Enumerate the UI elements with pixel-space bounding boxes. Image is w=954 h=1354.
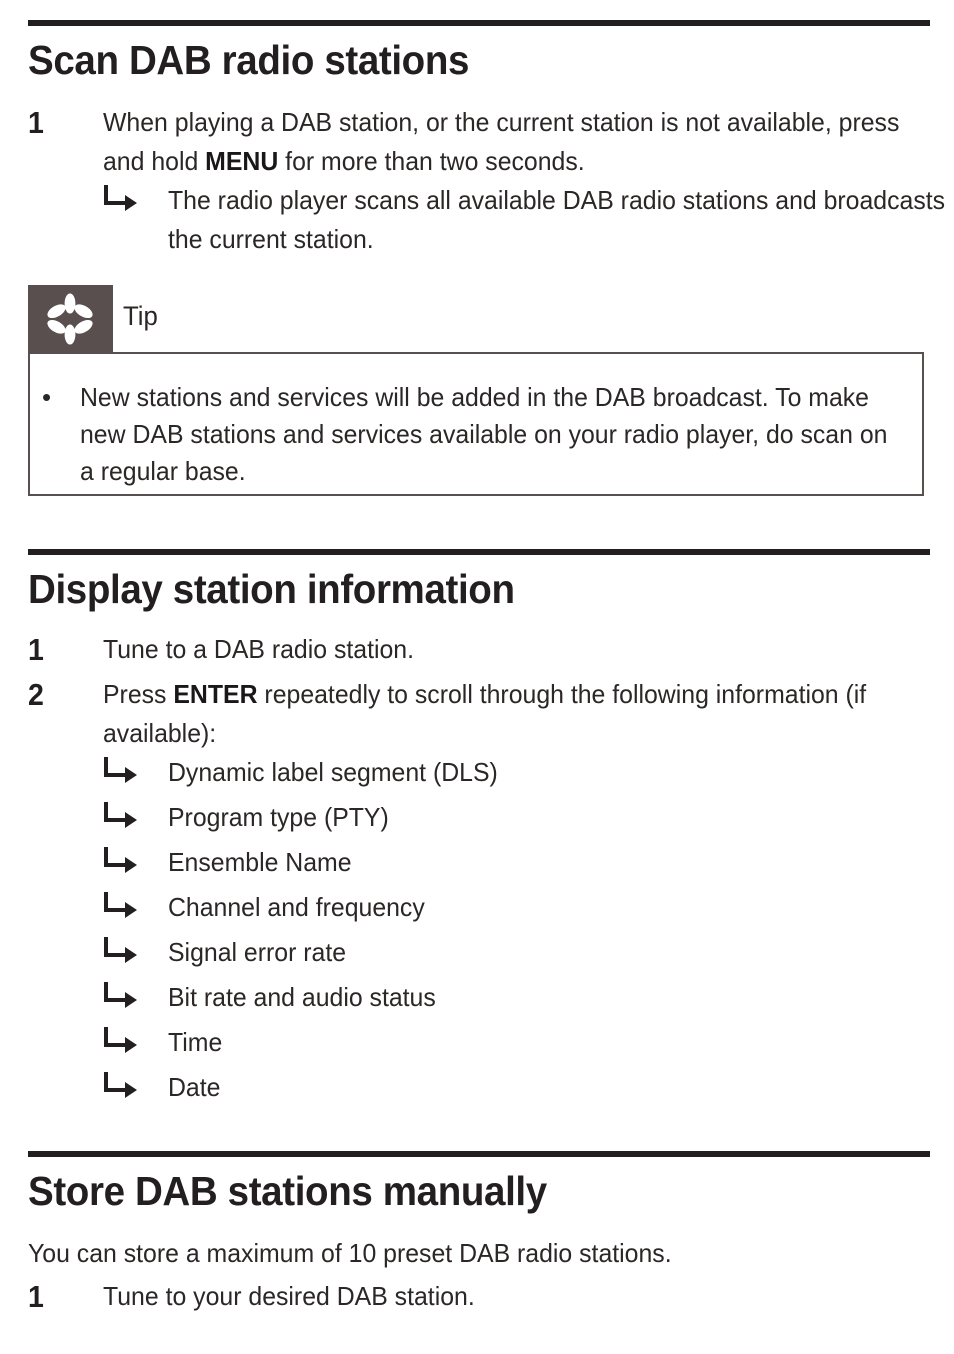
step-text-before: Tune to your desired DAB station. [103,1281,475,1311]
subitem-text: The radio player scans all available DAB… [168,185,946,254]
step-text-before: Tune to a DAB radio station. [103,634,415,664]
key-label-menu: MENU [205,146,279,176]
key-label-enter: ENTER [173,679,258,709]
subitem-text: Signal error rate [168,937,347,967]
section-rule-store [28,1151,930,1157]
subitem-display-5: Bit rate and audio status [103,978,933,1017]
bullet-marker: • [42,382,52,412]
subitem-text: Channel and frequency [168,892,425,922]
step-number: 1 [28,1279,44,1314]
turn-arrow-icon [104,802,137,828]
tip-header: Tip [28,285,928,353]
section-rule-display [28,549,930,555]
step-scan-1: 1 When playing a DAB station, or the cur… [28,103,930,181]
step-text: Tune to a DAB radio station. [103,630,943,669]
turn-arrow-icon [104,185,137,211]
subitem-scan-0: The radio player scans all available DAB… [103,181,945,259]
step-text-after: for more than two seconds. [278,146,585,176]
tip-label: Tip [123,301,158,331]
tip-body-box: • New stations and services will be adde… [28,352,924,496]
step-number: 1 [28,632,44,667]
section-heading-scan: Scan DAB radio stations [28,37,470,83]
subitem-display-4: Signal error rate [103,933,933,972]
subitem-display-3: Channel and frequency [103,888,933,927]
turn-arrow-icon [104,982,137,1008]
step-text: Tune to your desired DAB station. [103,1277,943,1316]
section-heading-store: Store DAB stations manually [28,1168,547,1214]
subitem-display-7: Date [103,1068,933,1107]
subitem-text: Date [168,1072,221,1102]
step-number: 1 [28,105,44,140]
step-text: Press ENTER repeatedly to scroll through… [103,675,943,753]
subitem-text: Program type (PTY) [168,802,389,832]
turn-arrow-icon [104,937,137,963]
subitem-text: Time [168,1027,223,1057]
store-intro-text: You can store a maximum of 10 preset DAB… [28,1238,672,1268]
section-heading-display: Display station information [28,566,515,612]
subitem-display-1: Program type (PTY) [103,798,933,837]
asterisk-flower-icon [47,293,93,345]
turn-arrow-icon [104,1072,137,1098]
turn-arrow-icon [104,892,137,918]
step-number: 2 [28,677,44,712]
subitem-text: Dynamic label segment (DLS) [168,757,498,787]
subitem-display-6: Time [103,1023,933,1062]
turn-arrow-icon [104,847,137,873]
section-rule-scan [28,20,930,26]
document-page: Scan DAB radio stations 1 When playing a… [0,0,954,1354]
turn-arrow-icon [104,1027,137,1053]
tip-block: Tip • New stations and services will be … [28,285,928,496]
step-display-1: 1 Tune to a DAB radio station. [28,630,930,669]
subitem-text: Ensemble Name [168,847,352,877]
subitem-display-0: Dynamic label segment (DLS) [103,753,933,792]
step-display-2: 2 Press ENTER repeatedly to scroll throu… [28,675,930,753]
step-text: When playing a DAB station, or the curre… [103,103,943,181]
tip-bullet-text: New stations and services will be added … [80,382,888,486]
turn-arrow-icon [104,757,137,783]
subitem-display-2: Ensemble Name [103,843,933,882]
step-store-1: 1 Tune to your desired DAB station. [28,1277,930,1316]
step-text-before: Press [103,679,174,709]
subitem-text: Bit rate and audio status [168,982,436,1012]
tip-bullet-item: • New stations and services will be adde… [42,379,908,490]
